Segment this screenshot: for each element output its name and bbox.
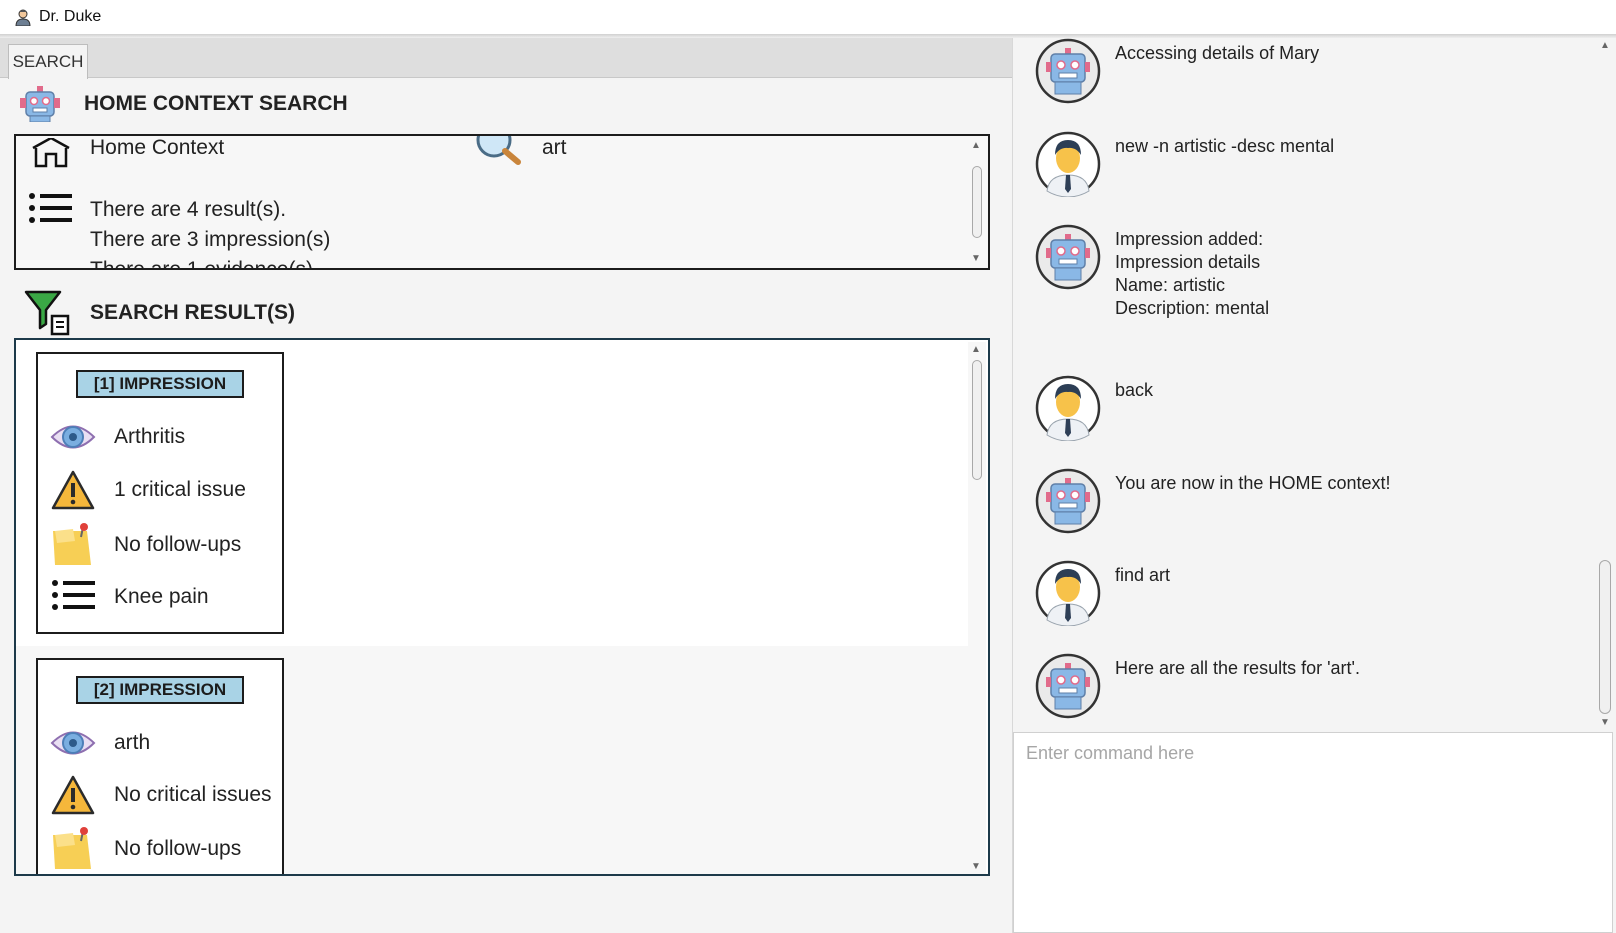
eye-icon [50,731,96,755]
impression-count: There are 3 impression(s) [90,228,331,251]
chat-pane: Accessing details of Mary new -n artisti… [1012,38,1616,933]
evidence-count: There are 1 evidence(s) [90,258,313,270]
doctor-app-icon [15,9,31,26]
sticky-note-icon [53,827,91,869]
impression-description: Knee pain [114,585,209,608]
scroll-down-arrow-icon[interactable]: ▼ [1600,717,1610,728]
robot-avatar-icon [1035,224,1101,290]
critical-issue-text: 1 critical issue [114,478,246,501]
robot-icon [20,86,60,122]
user-avatar-icon [1035,131,1101,197]
context-label: Home Context [90,136,225,159]
chat-message-text: find art [1115,565,1171,585]
chat-message-text: Accessing details of Mary [1115,43,1320,63]
description-row: Knee pain [50,574,209,620]
impression-name-row: arth [50,720,150,766]
critical-issue-row: 1 critical issue [50,467,246,513]
command-box [1013,732,1613,933]
chat-message-text: back [1115,380,1154,400]
impression-name: Arthritis [114,425,186,448]
list-icon [52,580,95,610]
followup-row: No follow-ups [50,522,241,568]
search-results-header: SEARCH RESULT(S) [24,288,295,338]
scroll-up-arrow-icon[interactable]: ▲ [971,344,981,355]
chat-scrollbar[interactable]: ▲ ▼ [1595,38,1615,730]
warning-icon [51,775,95,815]
followup-text: No follow-ups [114,533,242,556]
scroll-down-arrow-icon[interactable]: ▼ [971,861,981,872]
user-avatar-icon [1035,560,1101,626]
eye-icon [50,425,96,449]
critical-issue-row: No critical issues [50,772,272,818]
search-icon [476,136,521,165]
followup-text: No follow-ups [114,837,242,860]
context-search-header: HOME CONTEXT SEARCH [20,84,348,124]
impression-name-row: Arthritis [50,414,185,460]
result-row: [1] IMPRESSION Arthritis 1 critical issu… [16,340,976,646]
robot-avatar-icon [1035,38,1101,104]
home-icon [32,138,70,168]
context-search-title: HOME CONTEXT SEARCH [84,92,348,115]
impression-card[interactable]: [2] IMPRESSION arth No critical issues N… [36,658,284,874]
chat-message-text: Impression added: Impression details Nam… [1115,229,1270,318]
chat-message-user: back [1035,375,1153,441]
chat-message-bot: You are now in the HOME context! [1035,468,1390,534]
scroll-thumb[interactable] [1599,560,1611,714]
context-summary-panel: Home Context art There are 4 result(s). … [14,134,990,270]
scroll-up-arrow-icon[interactable]: ▲ [971,140,981,151]
scroll-up-arrow-icon[interactable]: ▲ [1600,40,1610,51]
impression-card[interactable]: [1] IMPRESSION Arthritis 1 critical issu… [36,352,284,634]
robot-avatar-icon [1035,468,1101,534]
search-results-title: SEARCH RESULT(S) [90,301,295,324]
chat-message-user: new -n artistic -desc mental [1035,131,1334,197]
result-row: [2] IMPRESSION arth No critical issues N… [16,646,976,874]
robot-avatar-icon [1035,653,1101,719]
search-term: art [542,136,567,159]
chat-message-user: find art [1035,560,1170,626]
followup-row: No follow-ups [50,826,241,872]
window-title: Dr. Duke [39,8,102,25]
results-scrollbar[interactable]: ▲ ▼ [968,342,986,874]
chat-history: Accessing details of Mary new -n artisti… [1013,38,1593,730]
impression-badge: [2] IMPRESSION [76,676,244,704]
sticky-note-icon [53,523,91,565]
chat-message-text: new -n artistic -desc mental [1115,136,1335,156]
impression-badge: [1] IMPRESSION [76,370,244,398]
warning-icon [51,470,95,510]
result-count: There are 4 result(s). [90,198,287,221]
search-pane: SEARCH HOME CONTEXT SEARCH Home Context … [0,38,1012,933]
tab-strip: SEARCH [0,38,1012,79]
scroll-thumb[interactable] [972,166,982,238]
critical-issue-text: No critical issues [114,783,272,806]
title-bar: Dr. Duke [0,0,1616,34]
search-results-list: [1] IMPRESSION Arthritis 1 critical issu… [14,338,990,876]
chat-message-text: You are now in the HOME context! [1115,473,1391,493]
command-input[interactable] [1014,733,1612,773]
chat-message-bot: Here are all the results for 'art'. [1035,653,1360,719]
list-icon [29,193,72,223]
impression-name: arth [114,731,151,754]
filter-list-icon [24,290,70,336]
user-avatar-icon [1035,375,1101,441]
chat-message-bot: Impression added: Impression details Nam… [1035,224,1269,320]
scroll-thumb[interactable] [972,360,982,480]
scroll-down-arrow-icon[interactable]: ▼ [971,253,981,264]
chat-message-text: Here are all the results for 'art'. [1115,658,1360,678]
tab-search[interactable]: SEARCH [8,44,88,79]
chat-message-bot: Accessing details of Mary [1035,38,1319,104]
context-scrollbar[interactable]: ▲ ▼ [968,138,986,266]
